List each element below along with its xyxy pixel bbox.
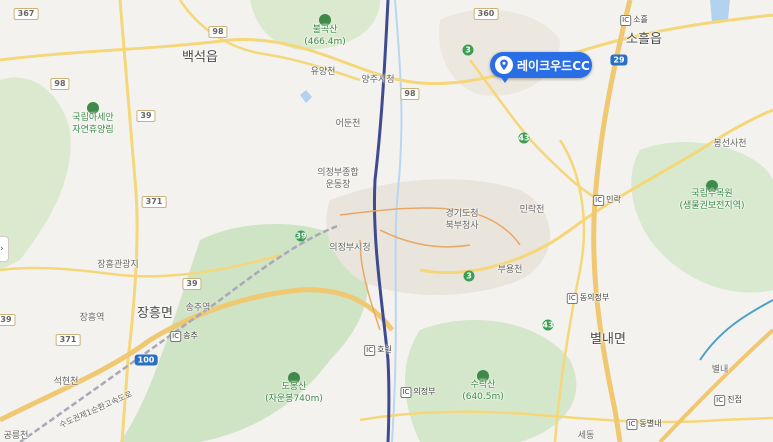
forest-area bbox=[631, 141, 773, 293]
place-label: 봉선사천 bbox=[713, 139, 747, 149]
place-label: 장흥관광지 bbox=[97, 260, 139, 270]
place-label: 세동 bbox=[577, 431, 595, 441]
place-label: 의정부종합 운동장 bbox=[317, 168, 359, 190]
ic-label: IC 의정부 bbox=[400, 387, 436, 398]
route-shield: 371 bbox=[141, 196, 167, 208]
ic-label: IC 민락 bbox=[593, 195, 621, 206]
road bbox=[118, 0, 139, 442]
place-label: 장흥역 bbox=[79, 313, 105, 323]
route-shield: 39 bbox=[136, 110, 156, 122]
route-shield: 360 bbox=[473, 8, 499, 20]
place-label: 경기도청 북부청사 bbox=[445, 209, 479, 231]
ic-label: IC 동의정부 bbox=[566, 293, 610, 304]
urban-area bbox=[326, 179, 550, 295]
railway bbox=[699, 299, 773, 361]
route-shield: 39 bbox=[182, 278, 202, 290]
water-body bbox=[710, 0, 730, 22]
destination-label: 레이크우드CC bbox=[517, 58, 590, 73]
ic-label: IC 호원 bbox=[364, 345, 392, 356]
place-label: 석현천 bbox=[53, 377, 79, 387]
route-shield: 43 bbox=[518, 132, 530, 144]
mountain-label: 불곡산 (466.4m) bbox=[304, 25, 346, 47]
ic-label: IC 진접 bbox=[714, 395, 742, 406]
pin-pointer bbox=[500, 76, 510, 83]
place-label: 백석읍 bbox=[182, 50, 218, 65]
route-shield: 98 bbox=[50, 78, 70, 90]
highway bbox=[658, 328, 773, 442]
ic-label: IC 송추 bbox=[170, 331, 198, 342]
highway bbox=[591, 0, 633, 442]
place-label: 어둔천 bbox=[335, 119, 361, 129]
water-body bbox=[300, 90, 312, 103]
route-shield: 371 bbox=[55, 334, 81, 346]
mountain-label: 도봉산 (자운봉740m) bbox=[265, 382, 323, 404]
location-pin-icon bbox=[495, 56, 513, 74]
ic-label: IC 소흘 bbox=[620, 15, 648, 26]
route-shield: 39 bbox=[0, 314, 16, 326]
arboretum-label: 국립수목원 (생물권보전지역) bbox=[679, 189, 745, 211]
place-label: 장흥면 bbox=[137, 306, 173, 321]
place-label: 소흘읍 bbox=[626, 32, 662, 47]
route-shield: 43 bbox=[542, 319, 554, 331]
route-shield: 3 bbox=[462, 44, 474, 56]
place-label: 부용천 bbox=[497, 265, 523, 275]
place-label: 별내 bbox=[711, 365, 729, 375]
forest-area bbox=[0, 77, 71, 270]
place-label: 유양천 bbox=[310, 67, 336, 77]
route-shield: 3 bbox=[463, 270, 475, 282]
mountain-label: 수락산 (640.5m) bbox=[462, 380, 504, 402]
place-label: 공릉천 bbox=[3, 431, 29, 441]
place-label: 의정부시청 bbox=[329, 243, 371, 253]
forest-label: 국립아세안 자연휴양림 bbox=[72, 113, 114, 135]
place-label: 별내면 bbox=[590, 332, 626, 347]
expand-panel-button[interactable]: › bbox=[0, 236, 9, 262]
map-base-layer bbox=[0, 0, 773, 442]
map-canvas[interactable]: 백석읍 소흘읍 장흥면 별내면 양주시청 어둔천 유양천 의정부종합 운동장 의… bbox=[0, 0, 773, 442]
route-shield: 367 bbox=[13, 8, 39, 20]
route-shield: 39 bbox=[295, 230, 307, 242]
route-shield: 98 bbox=[400, 88, 420, 100]
destination-pin[interactable]: 레이크우드CC bbox=[490, 52, 592, 78]
ic-label: IC 동별내 bbox=[626, 419, 662, 430]
place-label: 송추역 bbox=[185, 303, 211, 313]
route-shield: 98 bbox=[208, 26, 228, 38]
route-shield: 29 bbox=[610, 54, 628, 66]
place-label: 양주시청 bbox=[361, 75, 395, 85]
place-label: 민락천 bbox=[519, 205, 545, 215]
route-shield: 100 bbox=[134, 354, 158, 366]
